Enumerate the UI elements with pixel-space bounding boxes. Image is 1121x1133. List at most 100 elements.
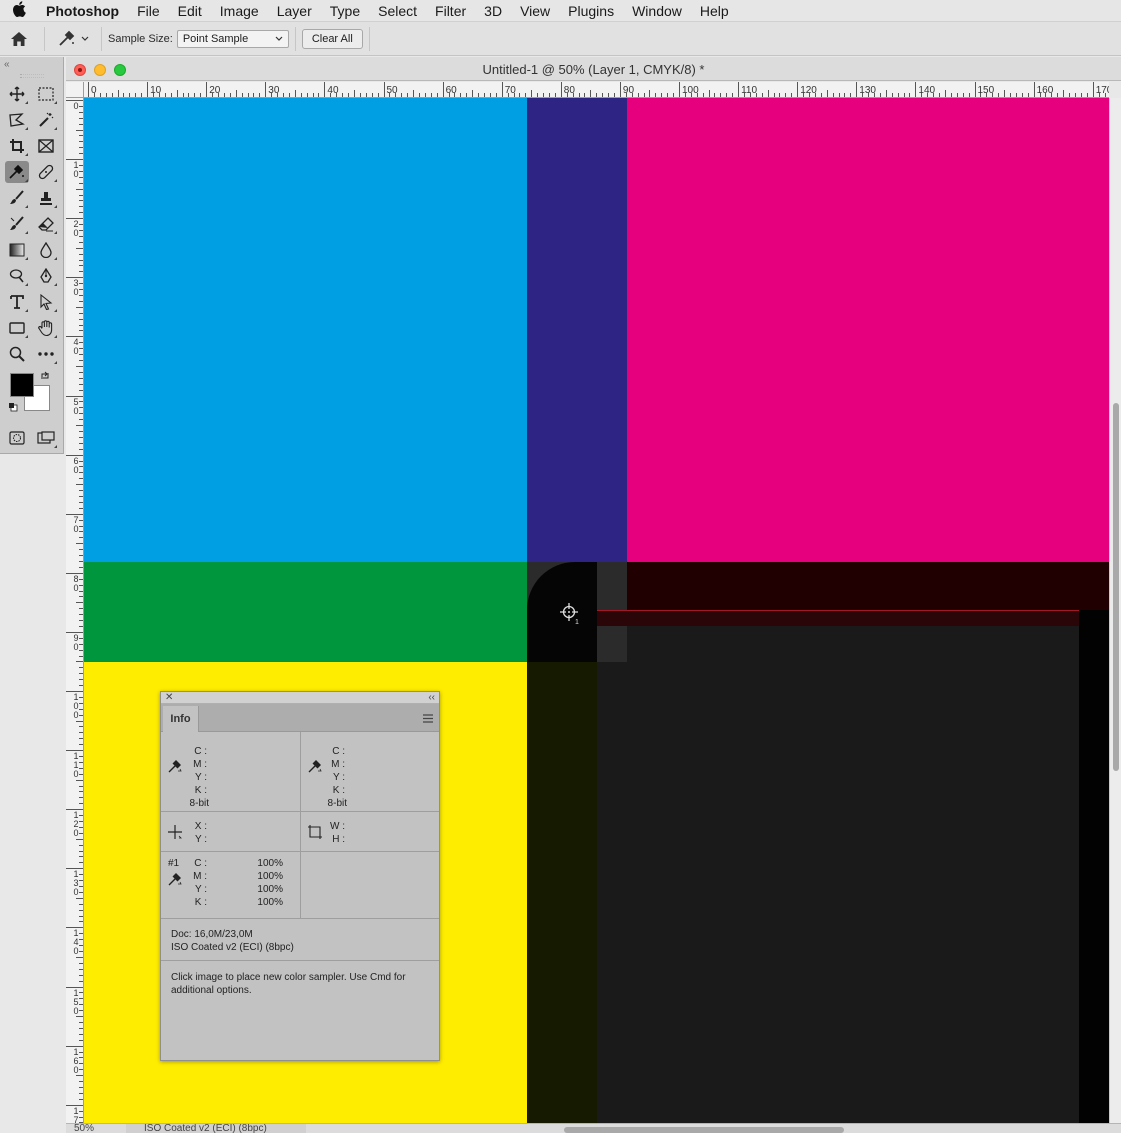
tools-panel-header[interactable]: « — [0, 57, 63, 71]
ruler-minor-tick — [353, 90, 355, 97]
bit-depth-label[interactable]: 8-bit — [311, 798, 347, 809]
tool-preset-picker[interactable] — [57, 30, 89, 48]
pen-tool[interactable] — [34, 265, 58, 287]
gradient-tool[interactable] — [5, 239, 29, 261]
close-panel-icon[interactable]: ✕ — [165, 692, 173, 703]
marquee-tool[interactable] — [34, 83, 58, 105]
options-separator — [368, 26, 370, 51]
ruler-minor-tick — [79, 566, 83, 568]
vertical-scrollbar-thumb[interactable] — [1113, 403, 1119, 771]
menu-file[interactable]: File — [128, 0, 169, 22]
frame-tool[interactable] — [34, 135, 58, 157]
menu-image[interactable]: Image — [211, 0, 268, 22]
ruler-minor-tick — [79, 738, 83, 740]
home-button[interactable] — [0, 31, 38, 47]
eyedropper-icon[interactable] — [307, 758, 323, 777]
blur-tool[interactable] — [34, 239, 58, 261]
collapse-icon[interactable]: « — [4, 59, 10, 70]
zoom-tool[interactable] — [5, 343, 29, 365]
default-colors-icon[interactable] — [8, 401, 18, 412]
eyedropper-tool[interactable] — [5, 161, 30, 183]
crop-tool[interactable] — [5, 135, 29, 157]
ruler-minor-tick — [927, 93, 929, 97]
menu-type[interactable]: Type — [321, 0, 369, 22]
ruler-minor-tick — [76, 484, 83, 486]
history-brush-tool[interactable] — [5, 213, 29, 235]
path-selection-tool[interactable] — [34, 291, 58, 313]
healing-brush-tool[interactable] — [34, 161, 58, 183]
ruler-minor-tick — [436, 93, 438, 97]
ruler-minor-tick — [79, 608, 83, 610]
brush-tool[interactable] — [5, 187, 29, 209]
stamp-tool[interactable] — [34, 187, 58, 209]
eyedropper-icon[interactable] — [167, 758, 183, 777]
document-profile-status[interactable]: ISO Coated v2 (ECI) (8bpc) — [126, 1124, 306, 1133]
lasso-tool[interactable] — [5, 109, 29, 131]
menu-view[interactable]: View — [511, 0, 559, 22]
ruler-origin[interactable] — [66, 82, 84, 98]
vertical-ruler[interactable]: 0102030405060708090100110120130140150160… — [66, 98, 84, 1123]
menu-filter[interactable]: Filter — [426, 0, 475, 22]
ruler-minor-tick — [79, 318, 83, 320]
menu-help[interactable]: Help — [691, 0, 738, 22]
move-tool[interactable] — [5, 83, 29, 105]
type-tool[interactable] — [5, 291, 29, 313]
foreground-color-swatch[interactable] — [10, 373, 34, 397]
magic-wand-tool[interactable] — [34, 109, 58, 131]
ruler-label: 170 — [73, 1105, 79, 1123]
dodge-tool[interactable] — [5, 265, 29, 287]
ruler-minor-tick — [891, 93, 893, 97]
ruler-minor-tick — [306, 93, 308, 97]
ruler-minor-tick — [79, 596, 83, 598]
hand-tool[interactable] — [34, 317, 58, 339]
ruler-minor-tick — [79, 714, 83, 716]
screen-mode-button[interactable] — [34, 427, 58, 449]
eraser-tool[interactable] — [34, 213, 58, 235]
rectangle-icon — [9, 322, 25, 334]
ruler-minor-tick — [79, 1027, 83, 1029]
ruler-minor-tick — [235, 90, 237, 97]
swap-colors-icon[interactable] — [40, 371, 50, 384]
rectangle-tool[interactable] — [5, 317, 29, 339]
ruler-minor-tick — [1039, 93, 1041, 97]
quick-mask-button[interactable] — [5, 427, 29, 449]
zoom-level[interactable]: 50% — [74, 1124, 126, 1133]
ruler-minor-tick — [79, 1098, 83, 1100]
apple-menu-icon[interactable] — [0, 0, 38, 21]
ruler-minor-tick — [79, 206, 83, 208]
edit-toolbar-button[interactable] — [34, 343, 58, 365]
y-coord-label: Y : — [194, 834, 207, 845]
ruler-minor-tick — [348, 93, 350, 97]
panel-menu-icon[interactable] — [423, 712, 433, 723]
ruler-minor-tick — [572, 93, 574, 97]
collapse-panel-icon[interactable]: ‹‹ — [428, 692, 435, 703]
ruler-minor-tick — [1098, 93, 1100, 97]
eyedropper-icon[interactable] — [167, 871, 183, 890]
info-panel-header[interactable]: ✕ ‹‹ — [161, 692, 439, 704]
menu-select[interactable]: Select — [369, 0, 426, 22]
menu-plugins[interactable]: Plugins — [559, 0, 623, 22]
tools-grip[interactable] — [19, 74, 44, 78]
ruler-minor-tick — [1004, 90, 1006, 97]
menu-layer[interactable]: Layer — [268, 0, 321, 22]
clear-all-button[interactable]: Clear All — [301, 28, 363, 49]
crosshair-icon[interactable] — [167, 824, 183, 843]
sampler-c-value: 100% — [257, 858, 283, 869]
document-title-bar[interactable]: Untitled-1 @ 50% (Layer 1, CMYK/8) * — [66, 57, 1121, 81]
bit-depth-label[interactable]: 8-bit — [173, 798, 209, 809]
menu-3d[interactable]: 3D — [475, 0, 511, 22]
menu-app-photoshop[interactable]: Photoshop — [38, 0, 128, 22]
tab-info[interactable]: Info — [163, 706, 199, 732]
ruler-minor-tick — [862, 93, 864, 97]
menu-window[interactable]: Window — [623, 0, 691, 22]
sample-size-select[interactable]: Point Sample — [176, 29, 289, 48]
horizontal-scrollbar-thumb[interactable] — [564, 1127, 844, 1133]
ruler-minor-tick — [93, 93, 95, 97]
ruler-major-tick — [383, 82, 385, 97]
horizontal-ruler[interactable]: 0 10 20 30 40 50 60 70 80 90 100 110 120 130 140 150 160… — [84, 82, 1109, 98]
vertical-scrollbar[interactable] — [1109, 98, 1121, 1123]
ruler-minor-tick — [79, 265, 83, 267]
ruler-minor-tick — [288, 93, 290, 97]
sampler-y-value: 100% — [257, 884, 283, 895]
menu-edit[interactable]: Edit — [169, 0, 211, 22]
